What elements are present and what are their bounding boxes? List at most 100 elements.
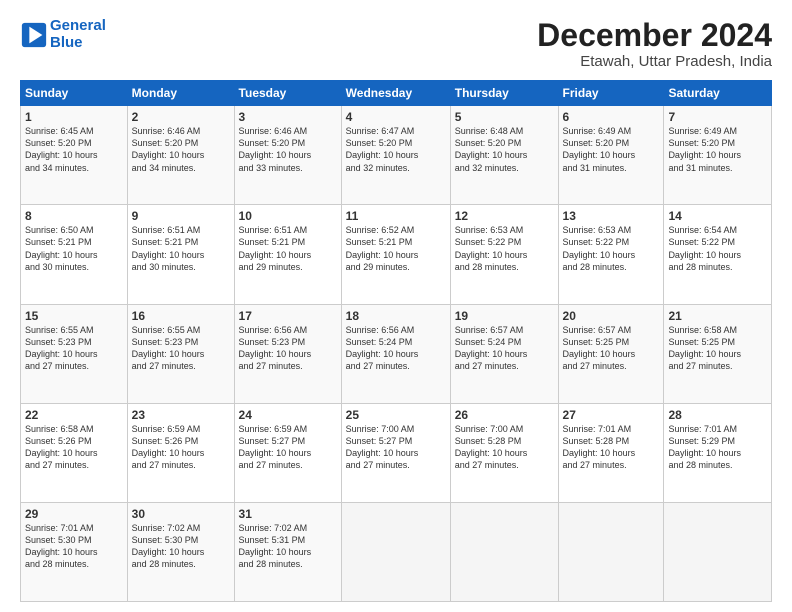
calendar-cell: 15Sunrise: 6:55 AM Sunset: 5:23 PM Dayli… [21,304,128,403]
day-detail: Sunrise: 6:46 AM Sunset: 5:20 PM Dayligh… [132,125,230,174]
day-number: 22 [25,408,123,422]
day-detail: Sunrise: 6:48 AM Sunset: 5:20 PM Dayligh… [455,125,554,174]
calendar-cell: 20Sunrise: 6:57 AM Sunset: 5:25 PM Dayli… [558,304,664,403]
calendar-header-row: SundayMondayTuesdayWednesdayThursdayFrid… [21,81,772,106]
day-number: 25 [346,408,446,422]
day-detail: Sunrise: 6:52 AM Sunset: 5:21 PM Dayligh… [346,224,446,273]
calendar-cell: 30Sunrise: 7:02 AM Sunset: 5:30 PM Dayli… [127,502,234,601]
calendar-cell: 9Sunrise: 6:51 AM Sunset: 5:21 PM Daylig… [127,205,234,304]
weekday-header-sunday: Sunday [21,81,128,106]
calendar-cell: 4Sunrise: 6:47 AM Sunset: 5:20 PM Daylig… [341,106,450,205]
day-detail: Sunrise: 6:56 AM Sunset: 5:24 PM Dayligh… [346,324,446,373]
day-detail: Sunrise: 6:53 AM Sunset: 5:22 PM Dayligh… [563,224,660,273]
day-detail: Sunrise: 6:47 AM Sunset: 5:20 PM Dayligh… [346,125,446,174]
day-detail: Sunrise: 7:01 AM Sunset: 5:28 PM Dayligh… [563,423,660,472]
calendar-cell: 31Sunrise: 7:02 AM Sunset: 5:31 PM Dayli… [234,502,341,601]
day-detail: Sunrise: 6:49 AM Sunset: 5:20 PM Dayligh… [668,125,767,174]
day-detail: Sunrise: 6:54 AM Sunset: 5:22 PM Dayligh… [668,224,767,273]
day-detail: Sunrise: 6:55 AM Sunset: 5:23 PM Dayligh… [25,324,123,373]
calendar-cell: 7Sunrise: 6:49 AM Sunset: 5:20 PM Daylig… [664,106,772,205]
calendar-cell: 2Sunrise: 6:46 AM Sunset: 5:20 PM Daylig… [127,106,234,205]
calendar-cell: 14Sunrise: 6:54 AM Sunset: 5:22 PM Dayli… [664,205,772,304]
calendar-cell: 1Sunrise: 6:45 AM Sunset: 5:20 PM Daylig… [21,106,128,205]
calendar-cell: 6Sunrise: 6:49 AM Sunset: 5:20 PM Daylig… [558,106,664,205]
day-detail: Sunrise: 6:57 AM Sunset: 5:24 PM Dayligh… [455,324,554,373]
calendar-cell: 18Sunrise: 6:56 AM Sunset: 5:24 PM Dayli… [341,304,450,403]
day-number: 5 [455,110,554,124]
page: General Blue December 2024 Etawah, Uttar… [0,0,792,612]
calendar-cell: 3Sunrise: 6:46 AM Sunset: 5:20 PM Daylig… [234,106,341,205]
calendar-cell: 22Sunrise: 6:58 AM Sunset: 5:26 PM Dayli… [21,403,128,502]
day-detail: Sunrise: 7:01 AM Sunset: 5:30 PM Dayligh… [25,522,123,571]
day-detail: Sunrise: 6:57 AM Sunset: 5:25 PM Dayligh… [563,324,660,373]
calendar-cell: 5Sunrise: 6:48 AM Sunset: 5:20 PM Daylig… [450,106,558,205]
calendar-cell: 28Sunrise: 7:01 AM Sunset: 5:29 PM Dayli… [664,403,772,502]
calendar-subtitle: Etawah, Uttar Pradesh, India [537,53,772,70]
day-detail: Sunrise: 6:59 AM Sunset: 5:27 PM Dayligh… [239,423,337,472]
calendar-cell: 26Sunrise: 7:00 AM Sunset: 5:28 PM Dayli… [450,403,558,502]
day-number: 17 [239,309,337,323]
calendar-row: 8Sunrise: 6:50 AM Sunset: 5:21 PM Daylig… [21,205,772,304]
calendar-cell: 13Sunrise: 6:53 AM Sunset: 5:22 PM Dayli… [558,205,664,304]
logo-text: General Blue [50,18,106,51]
day-number: 13 [563,209,660,223]
day-number: 11 [346,209,446,223]
day-number: 18 [346,309,446,323]
day-number: 8 [25,209,123,223]
day-detail: Sunrise: 6:49 AM Sunset: 5:20 PM Dayligh… [563,125,660,174]
day-number: 31 [239,507,337,521]
calendar-table: SundayMondayTuesdayWednesdayThursdayFrid… [20,80,772,602]
logo: General Blue [20,18,106,51]
day-detail: Sunrise: 6:51 AM Sunset: 5:21 PM Dayligh… [239,224,337,273]
weekday-header-saturday: Saturday [664,81,772,106]
calendar-cell: 25Sunrise: 7:00 AM Sunset: 5:27 PM Dayli… [341,403,450,502]
calendar-cell: 29Sunrise: 7:01 AM Sunset: 5:30 PM Dayli… [21,502,128,601]
day-number: 24 [239,408,337,422]
day-detail: Sunrise: 6:56 AM Sunset: 5:23 PM Dayligh… [239,324,337,373]
day-detail: Sunrise: 6:58 AM Sunset: 5:26 PM Dayligh… [25,423,123,472]
day-number: 10 [239,209,337,223]
day-number: 2 [132,110,230,124]
day-detail: Sunrise: 6:55 AM Sunset: 5:23 PM Dayligh… [132,324,230,373]
weekday-header-monday: Monday [127,81,234,106]
day-number: 1 [25,110,123,124]
day-number: 14 [668,209,767,223]
day-number: 15 [25,309,123,323]
day-number: 12 [455,209,554,223]
day-detail: Sunrise: 7:02 AM Sunset: 5:30 PM Dayligh… [132,522,230,571]
calendar-cell: 12Sunrise: 6:53 AM Sunset: 5:22 PM Dayli… [450,205,558,304]
day-number: 30 [132,507,230,521]
calendar-cell: 16Sunrise: 6:55 AM Sunset: 5:23 PM Dayli… [127,304,234,403]
weekday-header-thursday: Thursday [450,81,558,106]
calendar-cell: 21Sunrise: 6:58 AM Sunset: 5:25 PM Dayli… [664,304,772,403]
day-detail: Sunrise: 6:59 AM Sunset: 5:26 PM Dayligh… [132,423,230,472]
calendar-cell: 11Sunrise: 6:52 AM Sunset: 5:21 PM Dayli… [341,205,450,304]
weekday-header-tuesday: Tuesday [234,81,341,106]
day-number: 9 [132,209,230,223]
day-detail: Sunrise: 6:51 AM Sunset: 5:21 PM Dayligh… [132,224,230,273]
day-detail: Sunrise: 7:00 AM Sunset: 5:28 PM Dayligh… [455,423,554,472]
logo-icon [20,21,48,49]
calendar-title: December 2024 [537,18,772,53]
day-number: 26 [455,408,554,422]
day-detail: Sunrise: 6:46 AM Sunset: 5:20 PM Dayligh… [239,125,337,174]
calendar-cell: 24Sunrise: 6:59 AM Sunset: 5:27 PM Dayli… [234,403,341,502]
day-detail: Sunrise: 7:01 AM Sunset: 5:29 PM Dayligh… [668,423,767,472]
calendar-cell [450,502,558,601]
weekday-header-friday: Friday [558,81,664,106]
day-number: 7 [668,110,767,124]
title-block: December 2024 Etawah, Uttar Pradesh, Ind… [537,18,772,70]
day-number: 27 [563,408,660,422]
calendar-cell [664,502,772,601]
calendar-row: 15Sunrise: 6:55 AM Sunset: 5:23 PM Dayli… [21,304,772,403]
day-number: 21 [668,309,767,323]
day-number: 19 [455,309,554,323]
day-detail: Sunrise: 6:50 AM Sunset: 5:21 PM Dayligh… [25,224,123,273]
day-number: 3 [239,110,337,124]
header: General Blue December 2024 Etawah, Uttar… [20,18,772,70]
day-number: 20 [563,309,660,323]
day-detail: Sunrise: 7:02 AM Sunset: 5:31 PM Dayligh… [239,522,337,571]
calendar-cell: 8Sunrise: 6:50 AM Sunset: 5:21 PM Daylig… [21,205,128,304]
day-number: 29 [25,507,123,521]
day-detail: Sunrise: 6:45 AM Sunset: 5:20 PM Dayligh… [25,125,123,174]
